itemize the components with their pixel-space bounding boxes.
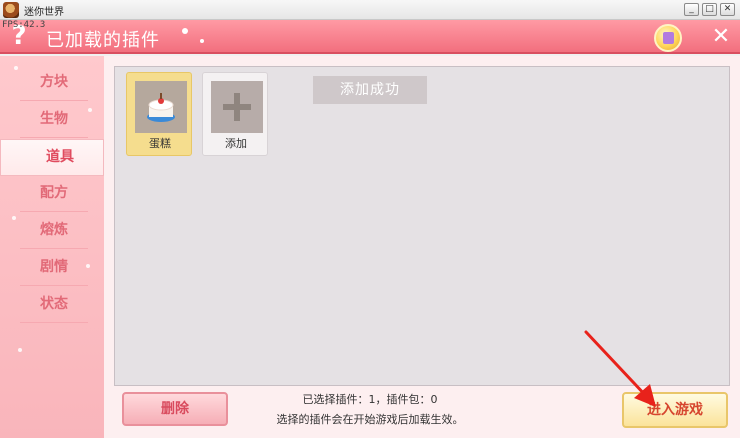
- plus-icon: [211, 81, 263, 133]
- selection-status: 已选择插件：1，插件包：0: [302, 393, 438, 406]
- success-toast: 添加成功: [313, 76, 427, 104]
- sidebar-item-story[interactable]: 剧情: [20, 249, 88, 286]
- window-title: 迷你世界: [24, 7, 64, 18]
- sidebar-item-blocks[interactable]: 方块: [20, 64, 88, 101]
- cake-icon: [135, 81, 187, 133]
- enter-game-button[interactable]: 进入游戏: [622, 392, 728, 428]
- maximize-button[interactable]: □: [702, 3, 717, 16]
- window-titlebar: 迷你世界 _ □ ✕: [0, 0, 740, 20]
- add-plugin-button[interactable]: 添加: [202, 72, 268, 156]
- sidebar-item-status[interactable]: 状态: [20, 286, 88, 323]
- decor-dot: [182, 28, 188, 34]
- delete-button[interactable]: 删除: [122, 392, 228, 426]
- window-close-button[interactable]: ✕: [720, 3, 735, 16]
- plugin-card-cake[interactable]: 蛋糕: [126, 72, 192, 156]
- sidebar-item-smelting[interactable]: 熔炼: [20, 212, 88, 249]
- plugin-card-label: 添加: [225, 137, 247, 150]
- minimize-button[interactable]: _: [684, 3, 699, 16]
- plugin-store-icon[interactable]: [654, 24, 682, 52]
- game-header: ? 已加载的插件 ✕: [0, 20, 740, 54]
- plugin-card-label: 蛋糕: [149, 137, 171, 150]
- page-title: 已加载的插件: [46, 30, 160, 51]
- load-hint: 选择的插件会在开始游戏后加载生效。: [276, 413, 464, 426]
- sidebar-item-recipes[interactable]: 配方: [20, 175, 88, 212]
- close-button[interactable]: ✕: [708, 20, 734, 54]
- sidebar-item-creatures[interactable]: 生物: [20, 101, 88, 138]
- fps-counter: FPS:42.3: [2, 20, 46, 30]
- app-icon: [3, 2, 19, 18]
- sidebar-item-items[interactable]: 道具: [0, 139, 104, 176]
- decor-dot: [200, 39, 204, 43]
